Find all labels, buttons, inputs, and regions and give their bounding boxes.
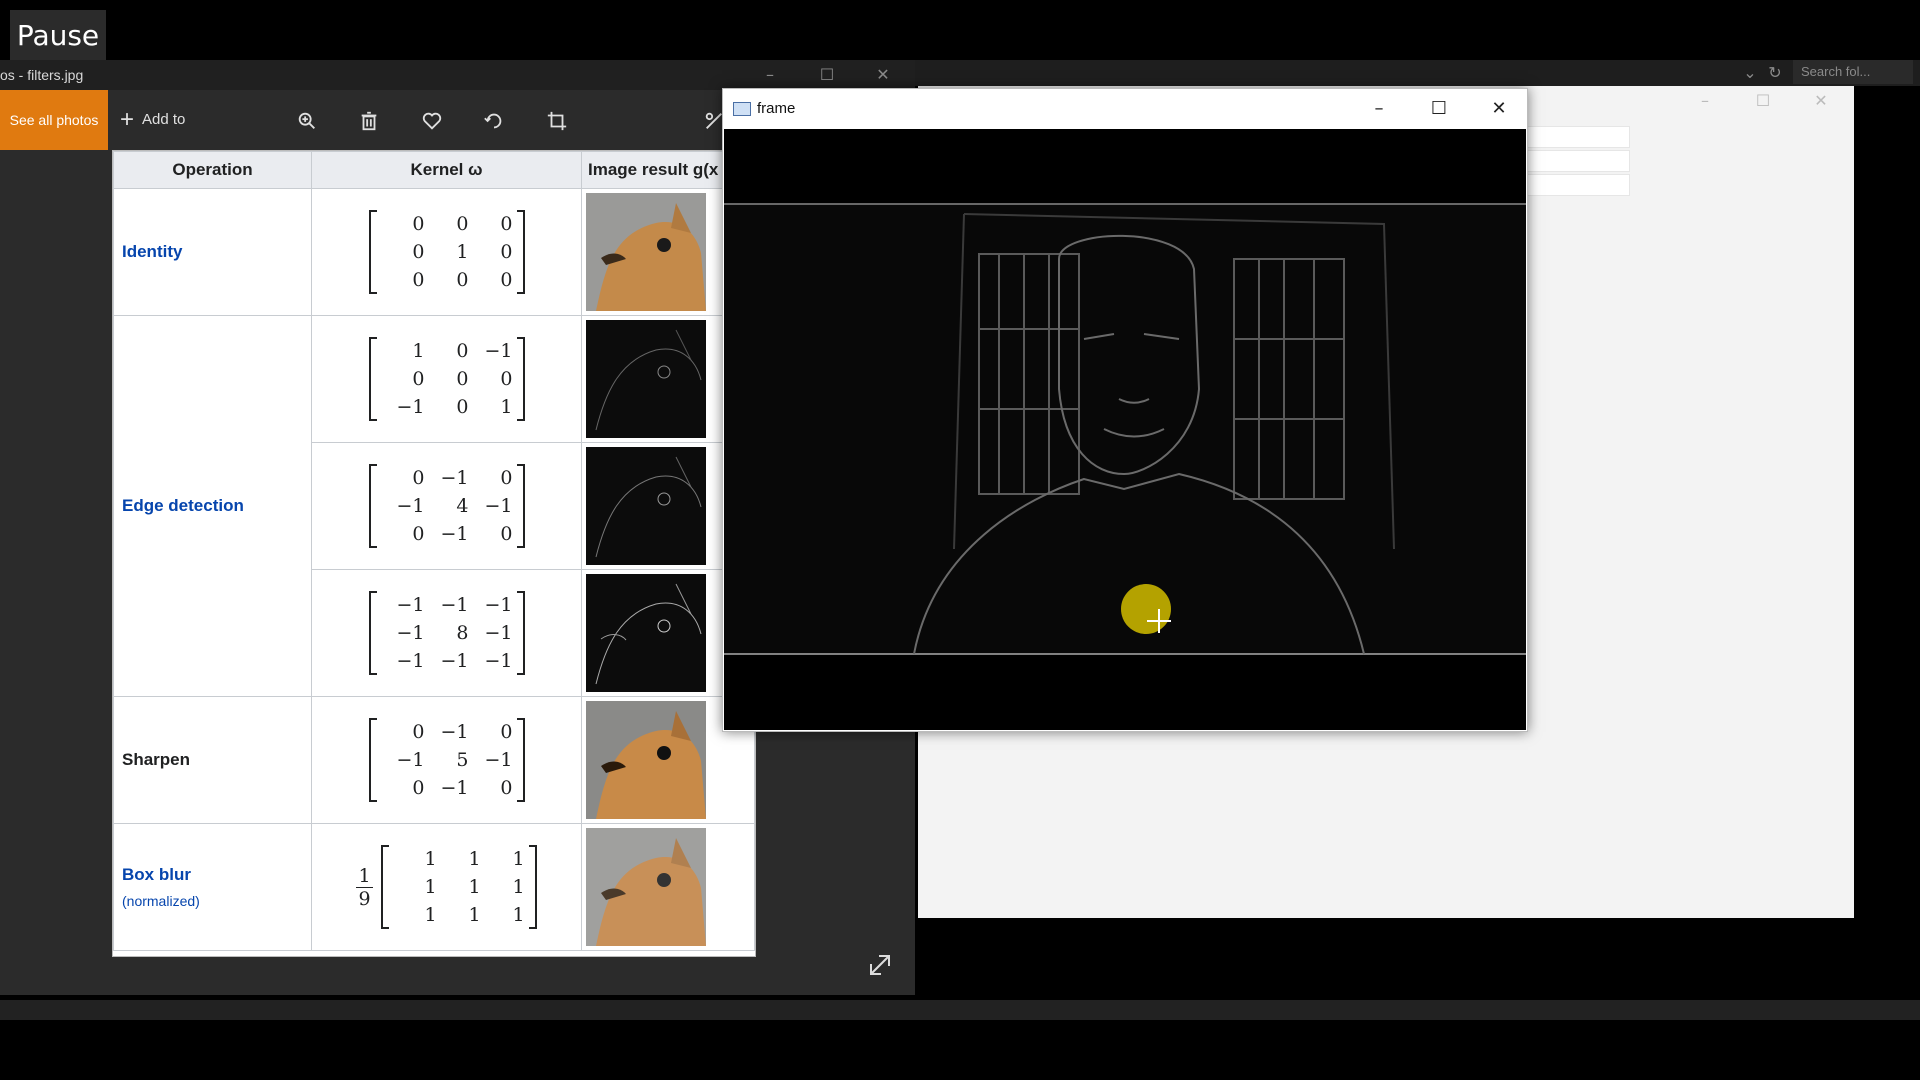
plus-icon: + <box>120 106 135 134</box>
operation-link[interactable]: Edge detection <box>122 496 244 515</box>
filters-table: Operation Kernel ω Image result g(x Iden… <box>113 151 755 951</box>
search-input[interactable]: Search fol... <box>1793 60 1913 84</box>
column-header: Operation <box>113 151 312 189</box>
rotate-icon[interactable] <box>478 105 510 137</box>
photos-titlebar: os - filters.jpg – ☐ ✕ <box>0 60 915 90</box>
cursor-highlight <box>1121 584 1171 634</box>
list-item[interactable] <box>1518 174 1630 196</box>
operation-label: Sharpen <box>122 750 191 769</box>
heart-icon[interactable] <box>416 105 448 137</box>
minimize-icon[interactable]: – <box>1690 86 1720 116</box>
frame-window: frame – ☐ ✕ <box>722 88 1528 732</box>
kernel-matrix: 0 −1 0 −1 5 −1 0 −1 0 <box>368 718 525 802</box>
table-row: Identity 000 010 000 <box>113 188 755 316</box>
kernel-fraction: 19 <box>356 864 373 910</box>
window-title: frame <box>757 100 796 117</box>
minimize-icon[interactable]: – <box>755 60 785 90</box>
list-item[interactable] <box>1518 126 1630 148</box>
window-icon <box>733 102 751 117</box>
result-thumbnail <box>586 447 706 565</box>
filters-image: Operation Kernel ω Image result g(x Iden… <box>112 150 756 957</box>
add-to-button[interactable]: + Add to <box>120 90 185 150</box>
result-thumbnail <box>586 828 706 946</box>
kernel-matrix: −1 −1 −1 −1 8 −1 −1 −1 −1 <box>368 591 525 675</box>
list-item[interactable] <box>1518 150 1630 172</box>
close-icon[interactable]: ✕ <box>1475 89 1523 129</box>
result-thumbnail <box>586 574 706 692</box>
result-thumbnail <box>586 193 706 311</box>
kernel-matrix: 19 111 111 111 <box>356 845 537 929</box>
kernel-matrix: 000 010 000 <box>368 210 525 294</box>
window-title: os - filters.jpg <box>0 67 84 83</box>
close-icon[interactable]: ✕ <box>1806 86 1836 116</box>
table-row: Sharpen 0 −1 0 −1 5 −1 0 −1 0 <box>113 696 755 824</box>
frame-titlebar: frame <box>733 89 795 129</box>
operation-sublabel: (normalized) <box>122 893 200 909</box>
column-header: Kernel ω <box>311 151 582 189</box>
video-frame[interactable] <box>724 129 1526 730</box>
refresh-icon[interactable]: ↻ <box>1760 58 1790 88</box>
operation-link[interactable]: Identity <box>122 242 182 261</box>
explorer-titlebar: ⌄ ↻ <box>915 60 1920 86</box>
delete-icon[interactable] <box>353 105 385 137</box>
close-icon[interactable]: ✕ <box>868 60 898 90</box>
table-row: Edge detection 1 0 −1 000 −1 0 1 <box>113 315 755 697</box>
edge-detected-frame <box>724 129 1526 730</box>
result-thumbnail <box>586 320 706 438</box>
expand-icon[interactable] <box>865 950 895 980</box>
zoom-in-icon[interactable] <box>291 105 323 137</box>
taskbar-strip <box>0 1000 1920 1020</box>
table-header-row: Operation Kernel ω Image result g(x <box>113 151 755 189</box>
operation-link[interactable]: Box blur <box>122 865 191 884</box>
result-thumbnail <box>586 701 706 819</box>
crop-icon[interactable] <box>541 105 573 137</box>
kernel-matrix: 1 0 −1 000 −1 0 1 <box>368 337 525 421</box>
see-all-photos-button[interactable]: See all photos <box>0 90 108 150</box>
kernel-matrix: 0 −1 0 −1 4 −1 0 −1 0 <box>368 464 525 548</box>
maximize-icon[interactable]: ☐ <box>812 60 842 90</box>
add-to-label: Add to <box>142 111 186 128</box>
minimize-icon[interactable]: – <box>1355 89 1403 129</box>
pause-indicator: Pause <box>10 10 106 62</box>
table-row: Box blur (normalized) 19 111 111 111 <box>113 823 755 951</box>
maximize-icon[interactable]: ☐ <box>1415 89 1463 129</box>
maximize-icon[interactable]: ☐ <box>1748 86 1778 116</box>
